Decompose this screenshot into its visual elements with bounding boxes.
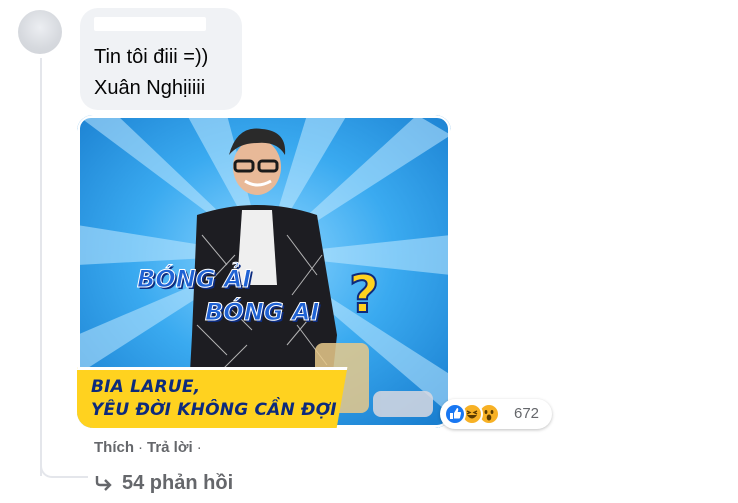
reply-link[interactable]: Trả lời (147, 439, 193, 456)
replies-count-label: 54 phản hồi (122, 472, 234, 494)
author-name-redacted[interactable] (94, 17, 206, 31)
comment-text-line-1: Tin tôi điii =)) (94, 46, 209, 68)
banner-text-line-1: BIA LARUE, (91, 377, 201, 397)
promo-title-line-2: BÓNG AI (204, 298, 320, 327)
like-link[interactable]: Thích (94, 439, 134, 456)
thread-line (40, 58, 42, 476)
action-separator: · (138, 439, 143, 456)
comment-actions: Thích · Trả lời · (94, 439, 206, 456)
comment-text-line-2: Xuân Nghịiiii (94, 77, 206, 99)
view-replies-link[interactable]: 54 phản hồi (94, 472, 233, 498)
comment-photo[interactable]: BÓNG ẢI BÓNG AI ? BIA LARUE, YÊU ĐỜI KHÔ… (77, 115, 451, 428)
action-separator-trailing: · (196, 439, 202, 456)
reaction-count: 672 (514, 405, 540, 422)
question-mark-graphic: ? (348, 264, 380, 326)
reaction-summary[interactable]: 672 (440, 399, 552, 429)
avatar[interactable] (18, 10, 62, 54)
reply-arrow-icon (95, 476, 112, 491)
like-icon (444, 403, 466, 425)
thread-elbow (40, 456, 88, 478)
banner-text-line-2: YÊU ĐỜI KHÔNG CẦN ĐỢI (91, 400, 337, 420)
promo-title-line-1: BÓNG ẢI (136, 265, 252, 294)
